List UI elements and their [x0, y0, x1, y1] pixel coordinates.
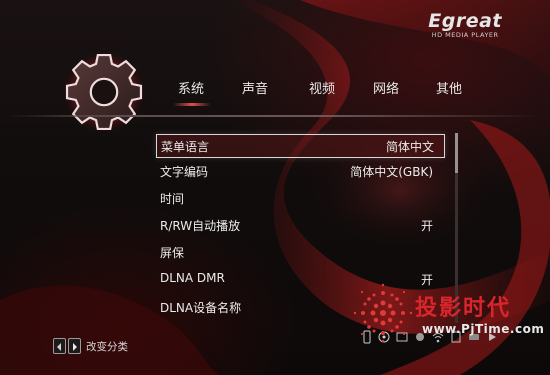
- tab-video[interactable]: 视频: [309, 78, 335, 97]
- brand-name: Egreat: [428, 10, 502, 32]
- scrollbar-thumb[interactable]: [455, 133, 458, 173]
- watermark-url: www.PjTime.com: [422, 322, 545, 336]
- setting-label: DLNA DMR: [160, 271, 225, 285]
- setting-value: 简体中文(GBK): [350, 165, 433, 179]
- watermark-dots-logo: [353, 283, 413, 343]
- setting-value: 开: [420, 219, 433, 233]
- brand-subtitle: HD MEDIA PLAYER: [431, 31, 499, 39]
- hint-text: 改变分类: [86, 341, 128, 353]
- setting-label: DLNA设备名称: [160, 301, 242, 315]
- setting-screensaver[interactable]: 屏保: [156, 241, 443, 263]
- gear-icon: [61, 49, 147, 135]
- watermark: 投影时代 www.PjTime.com: [352, 282, 545, 362]
- settings-screen: Egreat HD MEDIA PLAYER 系统 声音 视频 网络 其他 菜单…: [0, 0, 550, 375]
- setting-time[interactable]: 时间: [156, 187, 443, 209]
- tab-network[interactable]: 网络: [373, 78, 399, 97]
- setting-label: 屏保: [160, 246, 185, 260]
- tab-other[interactable]: 其他: [436, 78, 462, 97]
- setting-value: 简体中文: [385, 140, 434, 154]
- right-arrow-key-icon: [68, 338, 81, 354]
- left-arrow-key-icon: [53, 338, 66, 354]
- setting-label: R/RW自动播放: [160, 219, 241, 233]
- setting-label: 菜单语言: [161, 140, 210, 154]
- tab-audio[interactable]: 声音: [242, 78, 268, 97]
- setting-label: 文字编码: [160, 165, 209, 179]
- watermark-title: 投影时代: [415, 296, 512, 321]
- setting-menu-language[interactable]: 菜单语言 简体中文: [156, 134, 445, 158]
- header-divider: [8, 115, 542, 117]
- setting-rw-autoplay[interactable]: R/RW自动播放 开: [156, 214, 443, 236]
- active-tab-indicator: [173, 103, 211, 106]
- setting-label: 时间: [160, 192, 185, 206]
- brand-logo: Egreat HD MEDIA PLAYER: [428, 10, 502, 39]
- tab-system[interactable]: 系统: [178, 78, 204, 97]
- setting-text-encoding[interactable]: 文字编码 简体中文(GBK): [156, 160, 443, 182]
